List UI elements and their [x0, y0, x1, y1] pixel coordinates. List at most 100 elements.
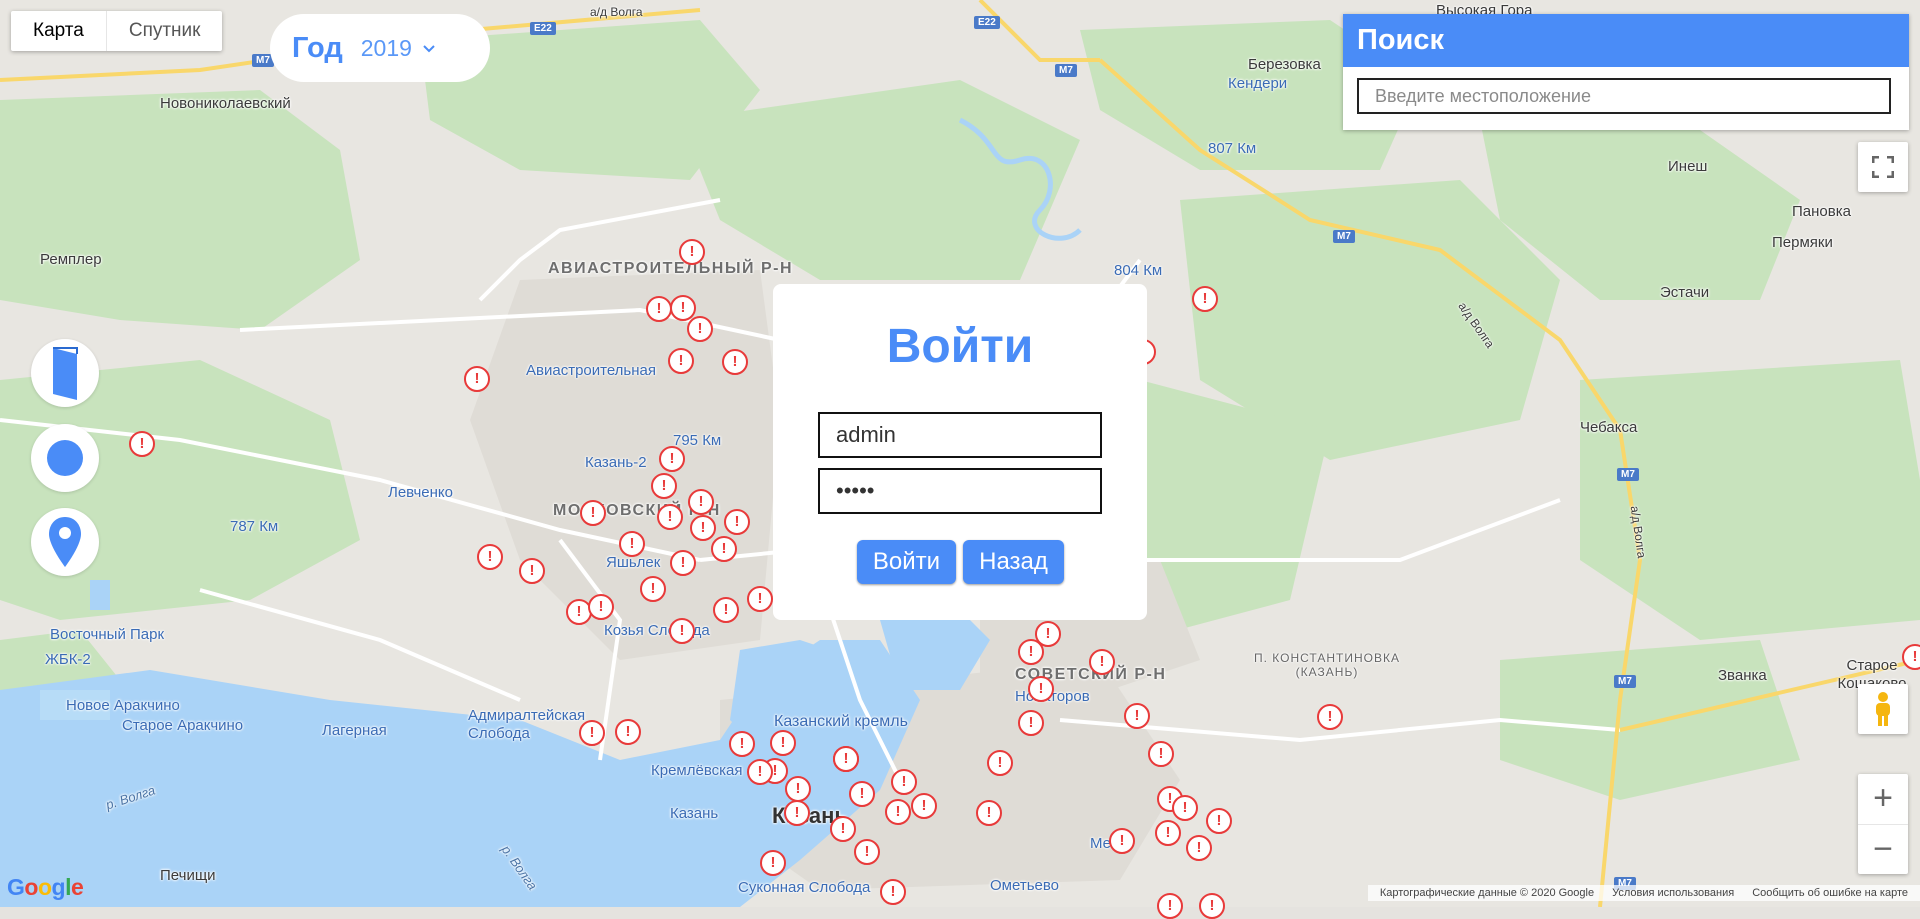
login-submit-button[interactable]: Войти	[857, 540, 956, 584]
incident-marker-icon[interactable]: !	[1109, 828, 1135, 854]
map-data-credit: Картографические данные © 2020 Google	[1379, 887, 1595, 899]
incident-marker-icon[interactable]: !	[580, 500, 606, 526]
incident-marker-icon[interactable]: !	[640, 576, 666, 602]
username-input[interactable]	[818, 412, 1102, 458]
year-value[interactable]: 2019	[361, 35, 412, 62]
incident-marker-icon[interactable]: !	[1028, 676, 1054, 702]
incident-marker-icon[interactable]: !	[1089, 649, 1115, 675]
incident-marker-icon[interactable]: !	[891, 769, 917, 795]
map-label: П. КОНСТАНТИНОВКА (КАЗАНЬ)	[1254, 651, 1400, 679]
incident-marker-icon[interactable]: !	[1157, 893, 1183, 919]
map-label: а/д Волга	[590, 5, 643, 19]
map-label: Эстачи	[1660, 284, 1710, 301]
pegman-icon	[1876, 692, 1890, 726]
incident-marker-icon[interactable]: !	[588, 594, 614, 620]
incident-marker-icon[interactable]: !	[911, 793, 937, 819]
incident-marker-icon[interactable]: !	[849, 781, 875, 807]
incident-marker-icon[interactable]: !	[690, 515, 716, 541]
report-error-link[interactable]: Сообщить об ошибке на карте	[1752, 885, 1908, 901]
incident-marker-icon[interactable]: !	[651, 473, 677, 499]
fullscreen-icon	[1872, 156, 1894, 178]
chevron-down-icon[interactable]	[422, 38, 436, 59]
incident-marker-icon[interactable]: !	[646, 296, 672, 322]
incident-marker-icon[interactable]: !	[833, 746, 859, 772]
map-label: Кендери	[1228, 75, 1288, 92]
incident-marker-icon[interactable]: !	[747, 586, 773, 612]
incident-marker-icon[interactable]: !	[1124, 703, 1150, 729]
incident-marker-icon[interactable]: !	[679, 239, 705, 265]
incident-marker-icon[interactable]: !	[1199, 893, 1225, 919]
map-label: Авиастроительная	[526, 362, 656, 379]
zoom-control: + −	[1858, 774, 1908, 874]
search-panel: Поиск	[1343, 14, 1909, 130]
incident-marker-icon[interactable]: !	[670, 550, 696, 576]
incident-marker-icon[interactable]: !	[770, 730, 796, 756]
map-label: Левченко	[388, 484, 453, 501]
incident-marker-icon[interactable]: !	[1018, 639, 1044, 665]
road-shield: E22	[530, 22, 556, 35]
incident-marker-icon[interactable]: !	[1018, 710, 1044, 736]
fullscreen-button[interactable]	[1858, 142, 1908, 192]
logout-tool-button[interactable]	[31, 339, 99, 407]
incident-marker-icon[interactable]: !	[669, 618, 695, 644]
incident-marker-icon[interactable]: !	[747, 759, 773, 785]
year-label: Год	[292, 31, 343, 64]
map-label: Инеш	[1668, 158, 1708, 175]
incident-marker-icon[interactable]: !	[854, 839, 880, 865]
google-logo[interactable]: Google	[7, 874, 84, 901]
map-label: Казань	[670, 805, 719, 822]
incident-marker-icon[interactable]: !	[1317, 704, 1343, 730]
incident-marker-icon[interactable]: !	[1206, 808, 1232, 834]
incident-marker-icon[interactable]: !	[668, 348, 694, 374]
incident-marker-icon[interactable]: !	[129, 431, 155, 457]
incident-marker-icon[interactable]: !	[688, 489, 714, 515]
incident-marker-icon[interactable]: !	[519, 558, 545, 584]
back-button[interactable]: Назад	[963, 540, 1064, 584]
circle-icon	[47, 440, 83, 476]
terms-link[interactable]: Условия использования	[1612, 885, 1734, 901]
year-filter[interactable]: Год 2019	[270, 14, 490, 82]
incident-marker-icon[interactable]: !	[880, 879, 906, 905]
incident-marker-icon[interactable]: !	[830, 816, 856, 842]
incident-marker-icon[interactable]: !	[885, 799, 911, 825]
zoom-in-button[interactable]: +	[1858, 774, 1908, 825]
incident-marker-icon[interactable]: !	[713, 597, 739, 623]
incident-marker-icon[interactable]: !	[579, 720, 605, 746]
map-label: Званка	[1718, 667, 1767, 684]
incident-marker-icon[interactable]: !	[987, 750, 1013, 776]
map-label: АВИАСТРОИТЕЛЬНЫЙ Р-Н	[548, 260, 793, 277]
pin-tool-button[interactable]	[31, 508, 99, 576]
road-shield: M7	[1617, 468, 1639, 481]
incident-marker-icon[interactable]: !	[464, 366, 490, 392]
incident-marker-icon[interactable]: !	[1172, 795, 1198, 821]
incident-marker-icon[interactable]: !	[615, 719, 641, 745]
map-label: Печищи	[160, 867, 216, 884]
map-type-satellite-button[interactable]: Спутник	[107, 11, 223, 51]
road-shield: M7	[1055, 64, 1077, 77]
incident-marker-icon[interactable]: !	[784, 800, 810, 826]
password-input[interactable]	[818, 468, 1102, 514]
incident-marker-icon[interactable]: !	[976, 800, 1002, 826]
incident-marker-icon[interactable]: !	[711, 536, 737, 562]
circle-draw-tool-button[interactable]	[31, 424, 99, 492]
incident-marker-icon[interactable]: !	[1155, 820, 1181, 846]
street-view-pegman-button[interactable]	[1858, 684, 1908, 734]
incident-marker-icon[interactable]: !	[1192, 286, 1218, 312]
incident-marker-icon[interactable]: !	[657, 504, 683, 530]
map-label: Старое Аракчино	[122, 717, 244, 734]
incident-marker-icon[interactable]: !	[724, 509, 750, 535]
incident-marker-icon[interactable]: !	[785, 776, 811, 802]
incident-marker-icon[interactable]: !	[477, 544, 503, 570]
incident-marker-icon[interactable]: !	[687, 316, 713, 342]
map-type-map-button[interactable]: Карта	[11, 11, 107, 51]
incident-marker-icon[interactable]: !	[619, 531, 645, 557]
incident-marker-icon[interactable]: !	[1148, 741, 1174, 767]
zoom-out-button[interactable]: −	[1858, 825, 1908, 875]
location-search-input[interactable]	[1357, 78, 1891, 114]
search-title: Поиск	[1343, 14, 1909, 67]
incident-marker-icon[interactable]: !	[722, 349, 748, 375]
incident-marker-icon[interactable]: !	[729, 731, 755, 757]
incident-marker-icon[interactable]: !	[760, 850, 786, 876]
incident-marker-icon[interactable]: !	[659, 446, 685, 472]
incident-marker-icon[interactable]: !	[1186, 835, 1212, 861]
